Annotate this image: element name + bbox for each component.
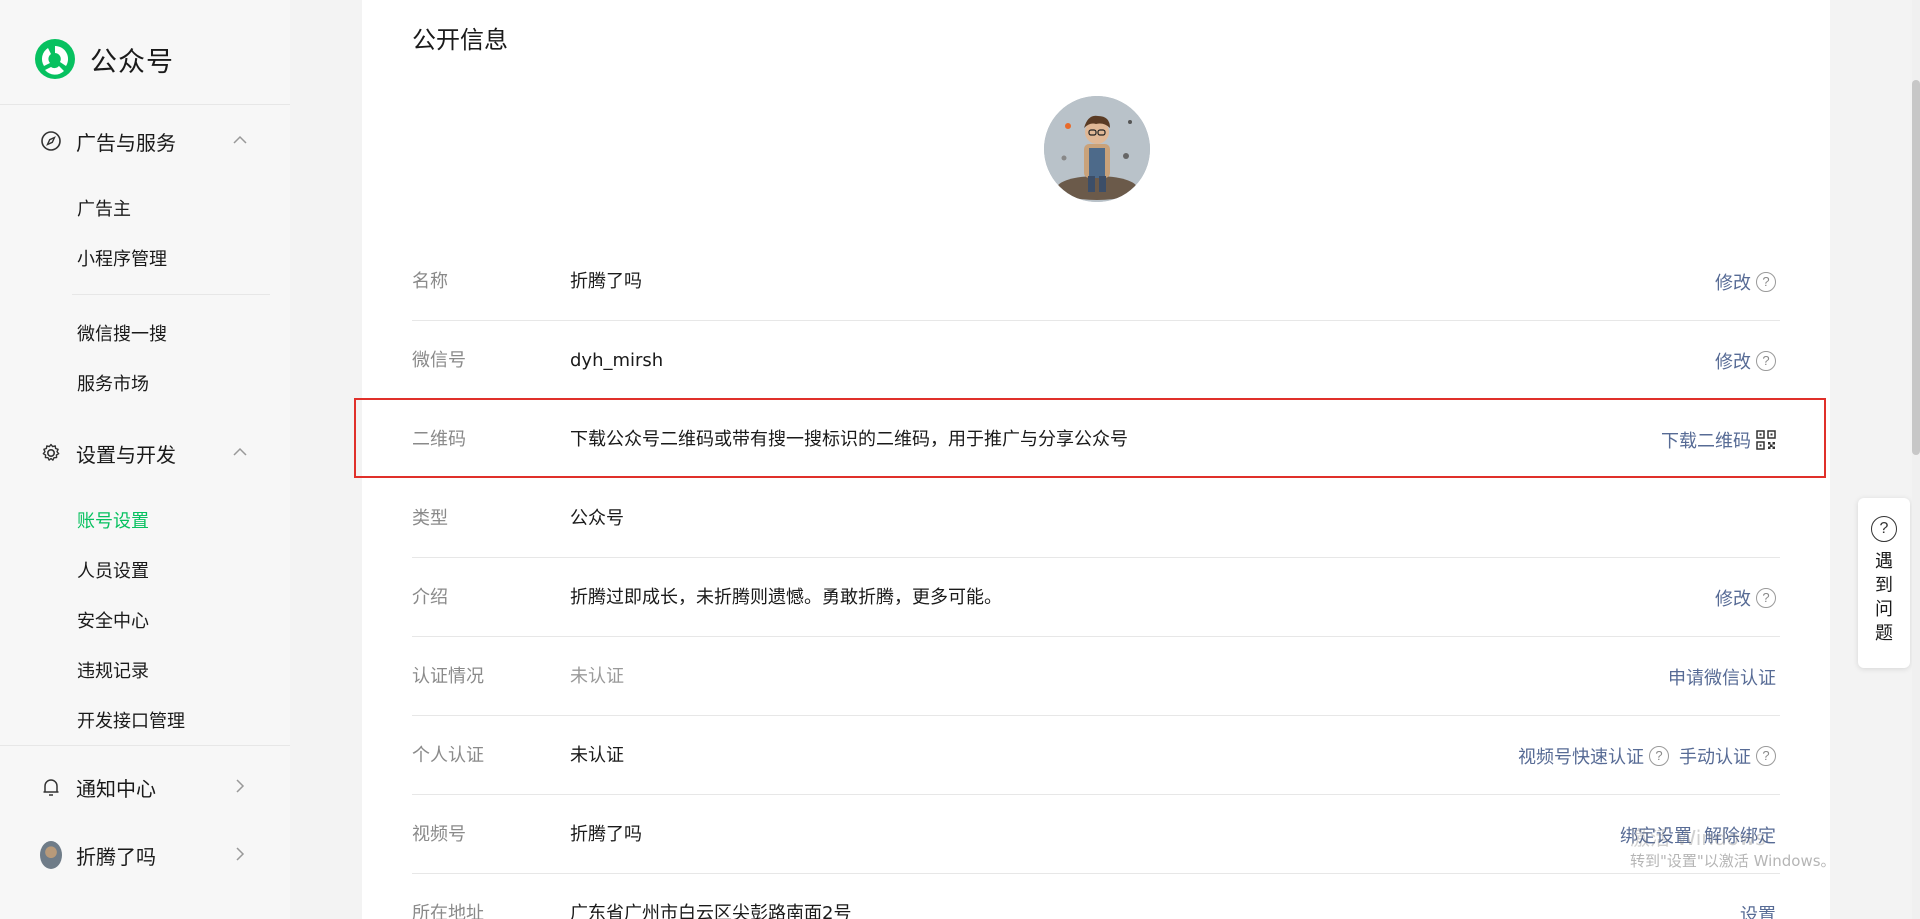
row-label: 个人认证: [412, 745, 484, 766]
nav-group-label: 通知中心: [76, 776, 156, 801]
row-label: 名称: [412, 271, 448, 292]
manual-verify-link[interactable]: 手动认证: [1679, 743, 1751, 769]
row-label: 认证情况: [412, 666, 484, 687]
row-value: 折腾了吗: [570, 824, 642, 845]
sidebar-item-security-center[interactable]: 安全中心: [77, 607, 149, 633]
sidebar-item-service-market[interactable]: 服务市场: [77, 370, 149, 396]
qrcode-icon[interactable]: [1756, 429, 1776, 450]
help-widget[interactable]: ? 遇到问题: [1858, 498, 1910, 668]
help-circle-icon[interactable]: ?: [1649, 745, 1669, 766]
edit-name-link[interactable]: 修改: [1715, 269, 1751, 295]
download-qrcode-link[interactable]: 下载二维码: [1661, 427, 1751, 453]
help-circle-icon[interactable]: ?: [1756, 350, 1776, 371]
row-value: dyh_mirsh: [570, 350, 664, 371]
info-row-qrcode: 二维码 下载公众号二维码或带有搜一搜标识的二维码，用于推广与分享公众号 下载二维…: [412, 400, 1780, 479]
sidebar-item-mini-program[interactable]: 小程序管理: [77, 245, 167, 271]
row-value: 未认证: [570, 745, 624, 766]
help-circle-icon[interactable]: ?: [1756, 745, 1776, 766]
chevron-right-icon: [236, 779, 245, 793]
sidebar-item-advertiser[interactable]: 广告主: [77, 195, 131, 221]
question-circle-icon: ?: [1871, 516, 1897, 542]
row-value: 公众号: [570, 508, 624, 529]
apply-verification-link[interactable]: 申请微信认证: [1668, 664, 1776, 690]
sidebar: 公众号 广告与服务 广告主 小程序管理 微信搜一搜 服务市场 设置与开发 账号设…: [0, 0, 290, 919]
brand-name: 公众号: [90, 46, 174, 78]
row-value: 折腾过即成长，未折腾则遗憾。勇敢折腾，更多可能。: [570, 587, 1002, 608]
row-label: 所在地址: [412, 903, 484, 919]
main-panel: 公开信息 名称 折腾了吗 修改 ? 微信号 dyh_mirsh 修改 ? 二维码…: [362, 0, 1830, 919]
gear-icon: [40, 442, 62, 464]
divider: [0, 745, 290, 746]
avatar-illustration: [1044, 96, 1150, 202]
info-row-channels: 视频号 折腾了吗 绑定设置 解除绑定: [412, 795, 1780, 874]
wechat-mp-logo-icon: [35, 39, 75, 79]
chevron-right-icon: [236, 847, 245, 861]
row-label: 介绍: [412, 587, 448, 608]
row-label: 微信号: [412, 350, 466, 371]
edit-wechat-id-link[interactable]: 修改: [1715, 348, 1751, 374]
row-label: 二维码: [412, 429, 466, 450]
info-row-verification: 认证情况 未认证 申请微信认证: [412, 637, 1780, 716]
nav-group-settings-dev[interactable]: 设置与开发: [40, 438, 250, 468]
set-address-link[interactable]: 设置: [1740, 901, 1776, 919]
info-row-type: 类型 公众号: [412, 479, 1780, 558]
sidebar-item-violations[interactable]: 违规记录: [77, 657, 149, 683]
row-value: 未认证: [570, 666, 624, 687]
row-label: 视频号: [412, 824, 466, 845]
divider: [0, 104, 290, 105]
unbind-link[interactable]: 解除绑定: [1704, 822, 1776, 848]
divider: [72, 294, 270, 295]
sidebar-item-dev-api[interactable]: 开发接口管理: [77, 707, 185, 733]
row-value: 折腾了吗: [570, 271, 642, 292]
section-title: 公开信息: [412, 26, 508, 54]
compass-icon: [40, 130, 62, 152]
nav-group-label: 广告与服务: [76, 130, 176, 155]
help-circle-icon[interactable]: ?: [1756, 587, 1776, 608]
info-row-personal-verification: 个人认证 未认证 视频号快速认证 ? 手动认证 ?: [412, 716, 1780, 795]
info-row-address: 所在地址 广东省广州市白云区尖彭路南面2号 设置: [412, 874, 1780, 919]
sidebar-item-staff-settings[interactable]: 人员设置: [77, 557, 149, 583]
sidebar-item-account-settings[interactable]: 账号设置: [77, 507, 149, 533]
row-value: 广东省广州市白云区尖彭路南面2号: [570, 903, 852, 919]
bell-icon: [40, 776, 62, 798]
info-row-wechat-id: 微信号 dyh_mirsh 修改 ?: [412, 321, 1780, 400]
row-label: 类型: [412, 508, 448, 529]
scrollbar-thumb[interactable]: [1912, 80, 1920, 455]
chevron-up-icon: [233, 447, 247, 456]
brand-logo[interactable]: 公众号: [34, 38, 174, 80]
nav-group-notifications[interactable]: 通知中心: [40, 772, 250, 802]
binding-settings-link[interactable]: 绑定设置: [1620, 822, 1692, 848]
channels-quick-verify-link[interactable]: 视频号快速认证: [1518, 743, 1644, 769]
edit-intro-link[interactable]: 修改: [1715, 585, 1751, 611]
help-circle-icon[interactable]: ?: [1756, 271, 1776, 292]
account-avatar[interactable]: [1044, 96, 1150, 202]
row-value: 下载公众号二维码或带有搜一搜标识的二维码，用于推广与分享公众号: [570, 429, 1128, 450]
nav-group-label: 设置与开发: [76, 442, 176, 467]
avatar: [40, 841, 62, 869]
info-row-intro: 介绍 折腾过即成长，未折腾则遗憾。勇敢折腾，更多可能。 修改 ?: [412, 558, 1780, 637]
help-label: 遇到问题: [1875, 551, 1893, 644]
sidebar-item-wechat-search[interactable]: 微信搜一搜: [77, 320, 167, 346]
nav-group-label: 折腾了吗: [76, 844, 156, 869]
nav-group-account-profile[interactable]: 折腾了吗: [40, 840, 250, 870]
info-row-name: 名称 折腾了吗 修改 ?: [412, 242, 1780, 321]
chevron-up-icon: [233, 135, 247, 144]
nav-group-ads-services[interactable]: 广告与服务: [40, 126, 250, 156]
